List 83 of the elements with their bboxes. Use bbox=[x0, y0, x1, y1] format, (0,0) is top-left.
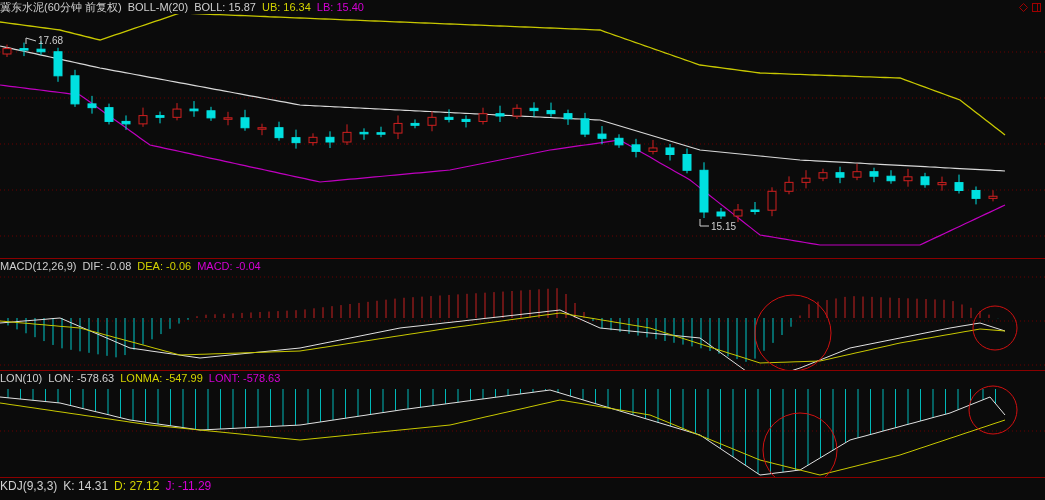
candlestick bbox=[257, 123, 267, 136]
candlestick bbox=[121, 114, 131, 131]
indicator-value: D: 27.12 bbox=[114, 480, 160, 493]
candlestick bbox=[801, 169, 811, 189]
candlestick bbox=[2, 44, 12, 58]
pointer-line bbox=[699, 218, 710, 227]
candlestick bbox=[444, 108, 454, 123]
candlestick bbox=[546, 102, 556, 118]
candlestick bbox=[988, 189, 998, 202]
candlestick bbox=[70, 69, 80, 108]
candlestick bbox=[155, 111, 165, 124]
indicator-value: LON(10) bbox=[0, 371, 43, 385]
candlestick bbox=[784, 175, 794, 195]
candlestick bbox=[597, 125, 607, 145]
candlestick bbox=[376, 126, 386, 138]
candlestick bbox=[529, 101, 539, 118]
candlestick bbox=[53, 47, 63, 83]
candlestick bbox=[971, 186, 981, 205]
indicator-value: MACD(12,26,9) bbox=[0, 259, 77, 273]
candlestick bbox=[291, 129, 301, 150]
indicator-value: BOLL: 15.87 bbox=[194, 0, 256, 14]
candlestick bbox=[410, 118, 420, 129]
indicator-value: LON: -578.63 bbox=[48, 371, 115, 385]
candlestick bbox=[223, 111, 233, 126]
candlestick bbox=[631, 138, 641, 158]
candlestick bbox=[308, 132, 318, 147]
candlestick bbox=[886, 169, 896, 185]
candlestick bbox=[835, 166, 845, 184]
candlestick bbox=[495, 105, 505, 123]
candlestick bbox=[359, 127, 369, 141]
candlestick bbox=[19, 42, 29, 57]
candlestick bbox=[818, 168, 828, 182]
indicator-value: BOLL-M(20) bbox=[127, 0, 189, 14]
candlestick bbox=[852, 163, 862, 181]
candlestick bbox=[87, 95, 97, 115]
candlestick bbox=[869, 167, 879, 183]
candlestick bbox=[614, 133, 624, 149]
indicator-value: LONT: -578.63 bbox=[208, 371, 281, 385]
candlestick bbox=[512, 103, 522, 120]
candlestick bbox=[580, 112, 590, 138]
diamond-icon[interactable] bbox=[1019, 2, 1028, 12]
candlestick bbox=[461, 114, 471, 128]
candlestick bbox=[478, 107, 488, 125]
candlestick bbox=[342, 123, 352, 146]
indicator-value: KDJ(9,3,3) bbox=[0, 480, 58, 493]
candlestick bbox=[206, 106, 216, 122]
candlestick bbox=[682, 148, 692, 174]
indicator-value: DIF: -0.08 bbox=[82, 259, 132, 273]
candlestick bbox=[274, 121, 284, 142]
indicator-value: LONMA: -547.99 bbox=[120, 371, 203, 385]
indicator-value: MACD: -0.04 bbox=[197, 259, 261, 273]
candlestick bbox=[240, 109, 250, 132]
candlestick bbox=[427, 110, 437, 132]
candlestick bbox=[189, 100, 199, 118]
candlestick bbox=[716, 207, 726, 220]
candlestick bbox=[104, 103, 114, 125]
candlestick bbox=[563, 109, 573, 126]
candlestick bbox=[393, 114, 403, 140]
stock-title: 冀东水泥(60分钟 前复权) bbox=[0, 0, 122, 14]
indicator-value: DEA: -0.06 bbox=[137, 259, 192, 273]
candlestick bbox=[920, 172, 930, 189]
panel-icon[interactable] bbox=[1032, 2, 1041, 12]
indicator-value: UB: 16.34 bbox=[261, 0, 311, 14]
low-price-label: 15.15 bbox=[711, 221, 737, 232]
candlestick bbox=[665, 143, 675, 161]
indicator-value: K: 14.31 bbox=[63, 480, 109, 493]
candlestick bbox=[937, 176, 947, 192]
candlestick bbox=[648, 139, 658, 155]
indicator-value: LB: 15.40 bbox=[316, 0, 364, 14]
candlestick bbox=[750, 201, 760, 215]
candlestick bbox=[325, 130, 335, 149]
pointer-line bbox=[25, 37, 37, 45]
candlestick bbox=[733, 203, 743, 223]
candlestick bbox=[138, 107, 148, 128]
candlestick bbox=[767, 186, 777, 217]
highlight-circle bbox=[972, 305, 1018, 351]
candlestick bbox=[903, 168, 913, 188]
high-price-label: 17.68 bbox=[38, 35, 64, 46]
highlight-circle bbox=[968, 385, 1018, 435]
candlestick bbox=[954, 174, 964, 194]
candlestick bbox=[172, 102, 182, 121]
indicator-value: J: -11.29 bbox=[165, 480, 212, 493]
candlestick bbox=[699, 161, 709, 219]
